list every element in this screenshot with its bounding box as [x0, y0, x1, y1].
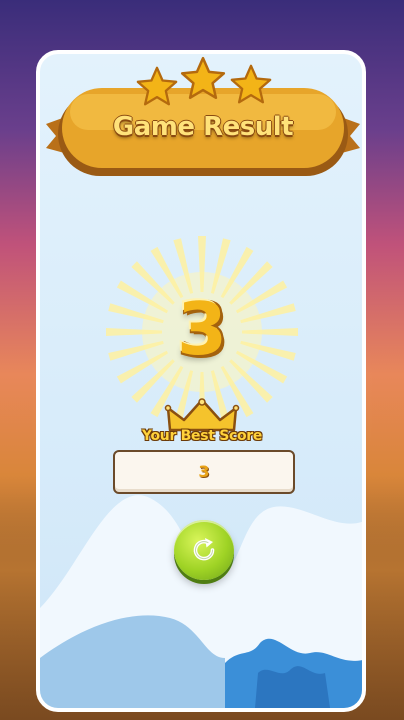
title-banner: Game Result [42, 54, 364, 184]
best-score-label: Your Best Score [141, 428, 263, 444]
replay-icon [193, 538, 215, 561]
panel-hills [40, 495, 362, 708]
best-score-box: 3 [113, 450, 295, 494]
star-icon [136, 66, 178, 106]
score-value: 3 [176, 287, 228, 371]
star-icon [180, 56, 226, 99]
result-title: Game Result [112, 112, 294, 142]
replay-button[interactable] [174, 520, 234, 580]
best-score-value: 3 [198, 462, 210, 481]
star-icon [230, 64, 272, 104]
